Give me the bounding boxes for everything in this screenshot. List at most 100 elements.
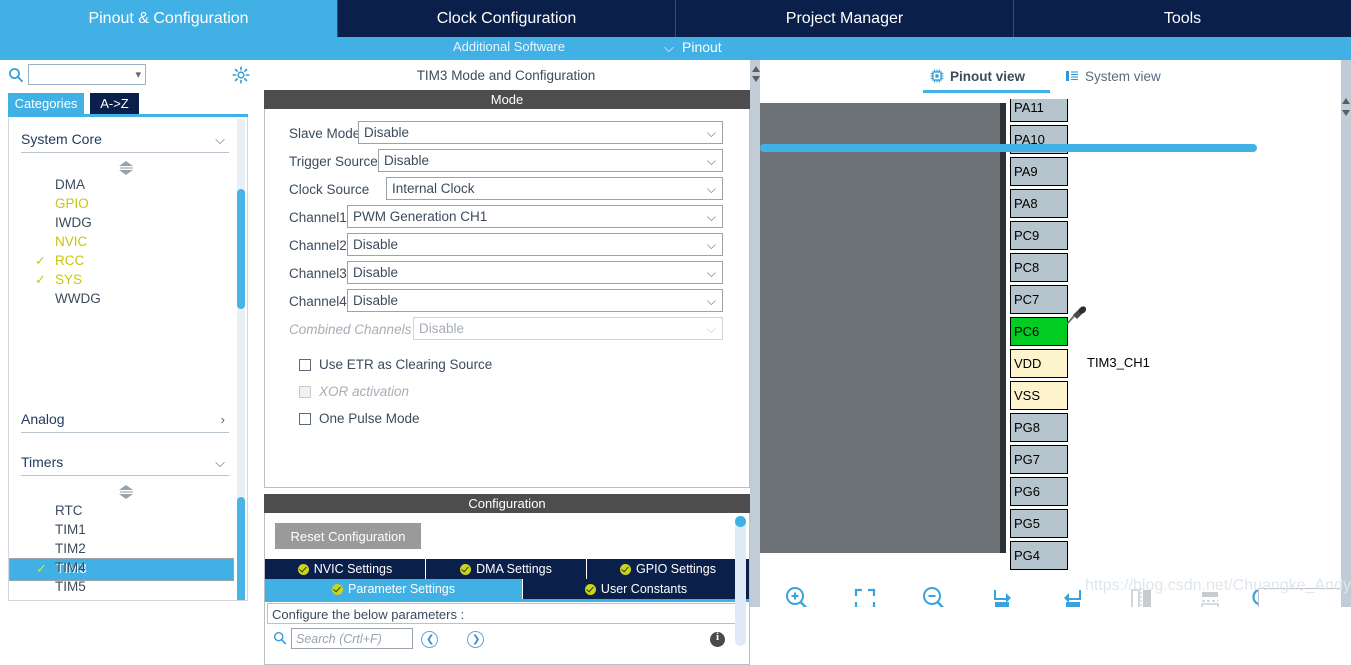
- tab-project-manager[interactable]: Project Manager: [676, 0, 1014, 37]
- scroll-spinner-system-core[interactable]: [119, 161, 134, 175]
- pin-search-input[interactable]: [1258, 588, 1348, 607]
- ip-item-tim2[interactable]: TIM2: [9, 539, 234, 558]
- ip-item-nvic[interactable]: NVIC: [9, 232, 234, 251]
- splitter-up-arrow-icon[interactable]: [752, 66, 760, 72]
- ip-item-wwdg[interactable]: WWDG: [9, 289, 234, 308]
- pin-vdd[interactable]: VDD: [1010, 349, 1068, 378]
- additional-software-button[interactable]: Additional Software: [342, 39, 676, 54]
- pin-pg8[interactable]: PG8: [1010, 413, 1068, 442]
- list-view-icon[interactable]: [1193, 582, 1227, 607]
- parameter-scrollbar-thumb[interactable]: [735, 516, 746, 527]
- fit-screen-icon[interactable]: [848, 582, 882, 607]
- info-icon[interactable]: [710, 631, 725, 647]
- sidebar-scrollbar-thumb-upper[interactable]: [237, 189, 245, 309]
- tab-system-view[interactable]: System view: [1065, 65, 1161, 87]
- pinout-canvas[interactable]: PA11 PA10 PA9 PA8 PC9 PC8 PC7 PC6 VDD VS…: [760, 99, 1351, 607]
- row-combined-channels: Combined Channels Disable ⌵: [265, 317, 745, 342]
- tab-parameter-settings[interactable]: Parameter Settings: [265, 579, 523, 599]
- select-trigger-source[interactable]: Disable ⌵: [378, 149, 723, 172]
- select-channel1[interactable]: PWM Generation CH1 ⌵: [347, 205, 723, 228]
- pin-vss[interactable]: VSS: [1010, 381, 1068, 410]
- select-channel3[interactable]: Disable ⌵: [347, 261, 723, 284]
- reset-configuration-button[interactable]: Reset Configuration: [275, 523, 421, 549]
- ip-item-tim6[interactable]: TIM6: [9, 596, 234, 600]
- pin-pg5[interactable]: PG5: [1010, 509, 1068, 538]
- mcu-chip-body[interactable]: [760, 103, 1000, 553]
- chevron-down-icon: ⌵: [706, 294, 716, 308]
- splitter-down-arrow-icon[interactable]: [752, 76, 760, 82]
- search-next-button[interactable]: ❯: [467, 631, 484, 648]
- ip-item-sys[interactable]: ✓ SYS: [9, 270, 234, 289]
- pin-pg4[interactable]: PG4: [1010, 541, 1068, 570]
- select-channel4[interactable]: Disable ⌵: [347, 289, 723, 312]
- right-panel-scrollbar[interactable]: [1341, 60, 1351, 607]
- rotate-right-icon[interactable]: [986, 582, 1020, 607]
- tab-nvic-settings-label: NVIC Settings: [313, 562, 393, 576]
- tab-pinout-configuration[interactable]: Pinout & Configuration: [0, 0, 338, 37]
- group-system-core[interactable]: System Core ⌵: [21, 131, 229, 153]
- sidebar-scrollbar-thumb-lower[interactable]: [237, 497, 245, 600]
- select-clock-source[interactable]: Internal Clock ⌵: [386, 177, 723, 200]
- checkbox-label: Use ETR as Clearing Source: [319, 357, 493, 372]
- pin-pa8[interactable]: PA8: [1010, 189, 1068, 218]
- ip-item-iwdg[interactable]: IWDG: [9, 213, 234, 232]
- tab-pinout-view[interactable]: Pinout view: [930, 65, 1025, 87]
- pin-pc8[interactable]: PC8: [1010, 253, 1068, 282]
- check-circle-icon: [460, 563, 472, 575]
- tab-user-constants-label: User Constants: [600, 582, 688, 596]
- search-prev-button[interactable]: ❮: [421, 631, 438, 648]
- scroll-spinner-timers[interactable]: [119, 485, 134, 499]
- tab-a-to-z[interactable]: A->Z: [90, 93, 139, 114]
- group-timers[interactable]: Timers ⌵: [21, 454, 229, 476]
- ip-item-rtc[interactable]: RTC: [9, 501, 234, 520]
- divider: [21, 475, 229, 476]
- tab-gpio-settings[interactable]: GPIO Settings: [587, 559, 749, 579]
- select-slave-mode[interactable]: Disable ⌵: [358, 121, 723, 144]
- parameter-search-placeholder: Search (Crtl+F): [296, 632, 382, 646]
- scroll-up-arrow-icon[interactable]: [1342, 98, 1350, 104]
- tab-categories[interactable]: Categories: [8, 93, 84, 114]
- pin-pc6-label: PC6: [1014, 324, 1040, 339]
- pin-pa9[interactable]: PA9: [1010, 157, 1068, 186]
- pin-pc7-label: PC7: [1014, 292, 1040, 307]
- scroll-down-arrow-icon[interactable]: [1342, 110, 1350, 116]
- tab-dma-settings[interactable]: DMA Settings: [426, 559, 587, 579]
- zoom-in-icon[interactable]: [780, 582, 814, 607]
- tab-user-constants[interactable]: User Constants: [523, 579, 749, 599]
- pin-pg6[interactable]: PG6: [1010, 477, 1068, 506]
- split-view-icon[interactable]: [1124, 582, 1158, 607]
- pinout-menu-button[interactable]: Pinout: [682, 39, 722, 55]
- ip-item-rcc[interactable]: ✓ RCC: [9, 251, 234, 270]
- panel-splitter[interactable]: [750, 60, 760, 607]
- pin-pa11[interactable]: PA11: [1010, 99, 1068, 122]
- zoom-out-icon[interactable]: [917, 582, 951, 607]
- checkbox-box[interactable]: [299, 359, 311, 371]
- pin-pc6[interactable]: PC6: [1010, 317, 1068, 346]
- ip-item-dma[interactable]: DMA: [9, 175, 234, 194]
- tab-nvic-settings[interactable]: NVIC Settings: [265, 559, 426, 579]
- ip-item-tim1[interactable]: TIM1: [9, 520, 234, 539]
- label-channel2: Channel2: [289, 238, 347, 253]
- ip-search-input[interactable]: ▾: [28, 64, 146, 85]
- tab-tools[interactable]: Tools: [1014, 0, 1351, 37]
- checkbox-box[interactable]: [299, 413, 311, 425]
- select-channel2[interactable]: Disable ⌵: [347, 233, 723, 256]
- pin-pg7[interactable]: PG7: [1010, 445, 1068, 474]
- parameter-scrollbar-track[interactable]: [735, 516, 746, 646]
- configure-parameters-text: Configure the below parameters :: [272, 607, 465, 622]
- ip-tree-body: System Core ⌵ DMA GPIO IWDG NVIC ✓ RCC ✓…: [8, 117, 248, 601]
- group-analog[interactable]: Analog ›: [21, 411, 229, 433]
- rotate-left-icon[interactable]: [1055, 582, 1089, 607]
- ip-item-gpio[interactable]: GPIO: [9, 194, 234, 213]
- row-channel1: Channel1 PWM Generation CH1 ⌵: [265, 205, 745, 230]
- pin-pc9[interactable]: PC9: [1010, 221, 1068, 250]
- gear-icon[interactable]: [232, 66, 250, 84]
- pin-pg5-label: PG5: [1014, 516, 1041, 531]
- checkbox-label: One Pulse Mode: [319, 411, 420, 426]
- ip-item-tim5[interactable]: TIM5: [9, 577, 234, 596]
- tab-clock-configuration[interactable]: Clock Configuration: [338, 0, 676, 37]
- parameter-search-input[interactable]: Search (Crtl+F): [291, 628, 413, 649]
- ip-item-tim4[interactable]: TIM4: [9, 558, 234, 577]
- pin-pc7[interactable]: PC7: [1010, 285, 1068, 314]
- label-slave-mode: Slave Mode: [289, 126, 361, 141]
